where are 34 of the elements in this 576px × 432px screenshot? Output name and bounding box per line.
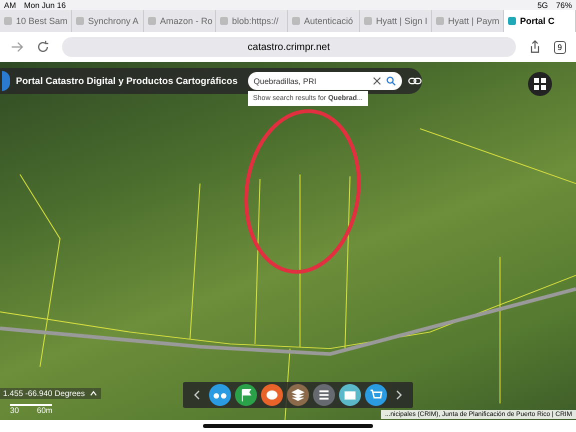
scale-label: 60m xyxy=(36,406,52,415)
chevron-right-icon[interactable] xyxy=(395,389,403,401)
search-icon[interactable] xyxy=(386,76,396,86)
status-network: 5G xyxy=(537,0,548,10)
app-title: Portal Catastro Digital y Productos Cartográficos xyxy=(16,76,238,86)
logo-icon xyxy=(2,71,10,91)
grid-icon[interactable] xyxy=(528,72,552,96)
favicon-icon xyxy=(220,17,228,25)
close-icon[interactable] xyxy=(372,76,382,86)
link-icon[interactable] xyxy=(408,76,422,86)
status-time: AM xyxy=(4,0,16,10)
address-field[interactable]: catastro.crimpr.net xyxy=(62,37,516,57)
browser-tab[interactable]: Portal C xyxy=(504,10,576,32)
forward-icon[interactable] xyxy=(10,40,24,54)
scale-label: 30 xyxy=(10,406,19,415)
status-date: Mon Jun 16 xyxy=(24,0,66,10)
favicon-icon xyxy=(364,17,372,25)
caret-icon[interactable] xyxy=(88,389,98,398)
list-icon[interactable] xyxy=(313,384,335,406)
reload-icon[interactable] xyxy=(36,40,50,54)
favicon-icon xyxy=(292,17,300,25)
coordinates-readout: 1.455 -66.940 Degrees xyxy=(3,389,85,398)
search-field[interactable]: Quebradillas, PRI xyxy=(248,72,402,90)
favicon-icon xyxy=(148,17,156,25)
layers-icon[interactable] xyxy=(287,384,309,406)
favicon-icon xyxy=(508,17,516,25)
tab-count-button[interactable]: 9 xyxy=(554,40,566,54)
favicon-icon xyxy=(436,17,444,25)
cart-icon[interactable] xyxy=(365,384,387,406)
status-battery: 76% xyxy=(556,0,572,10)
flag-icon[interactable] xyxy=(235,384,257,406)
favicon-icon xyxy=(76,17,84,25)
chevron-left-icon[interactable] xyxy=(193,389,201,401)
favicon-icon xyxy=(4,17,12,25)
